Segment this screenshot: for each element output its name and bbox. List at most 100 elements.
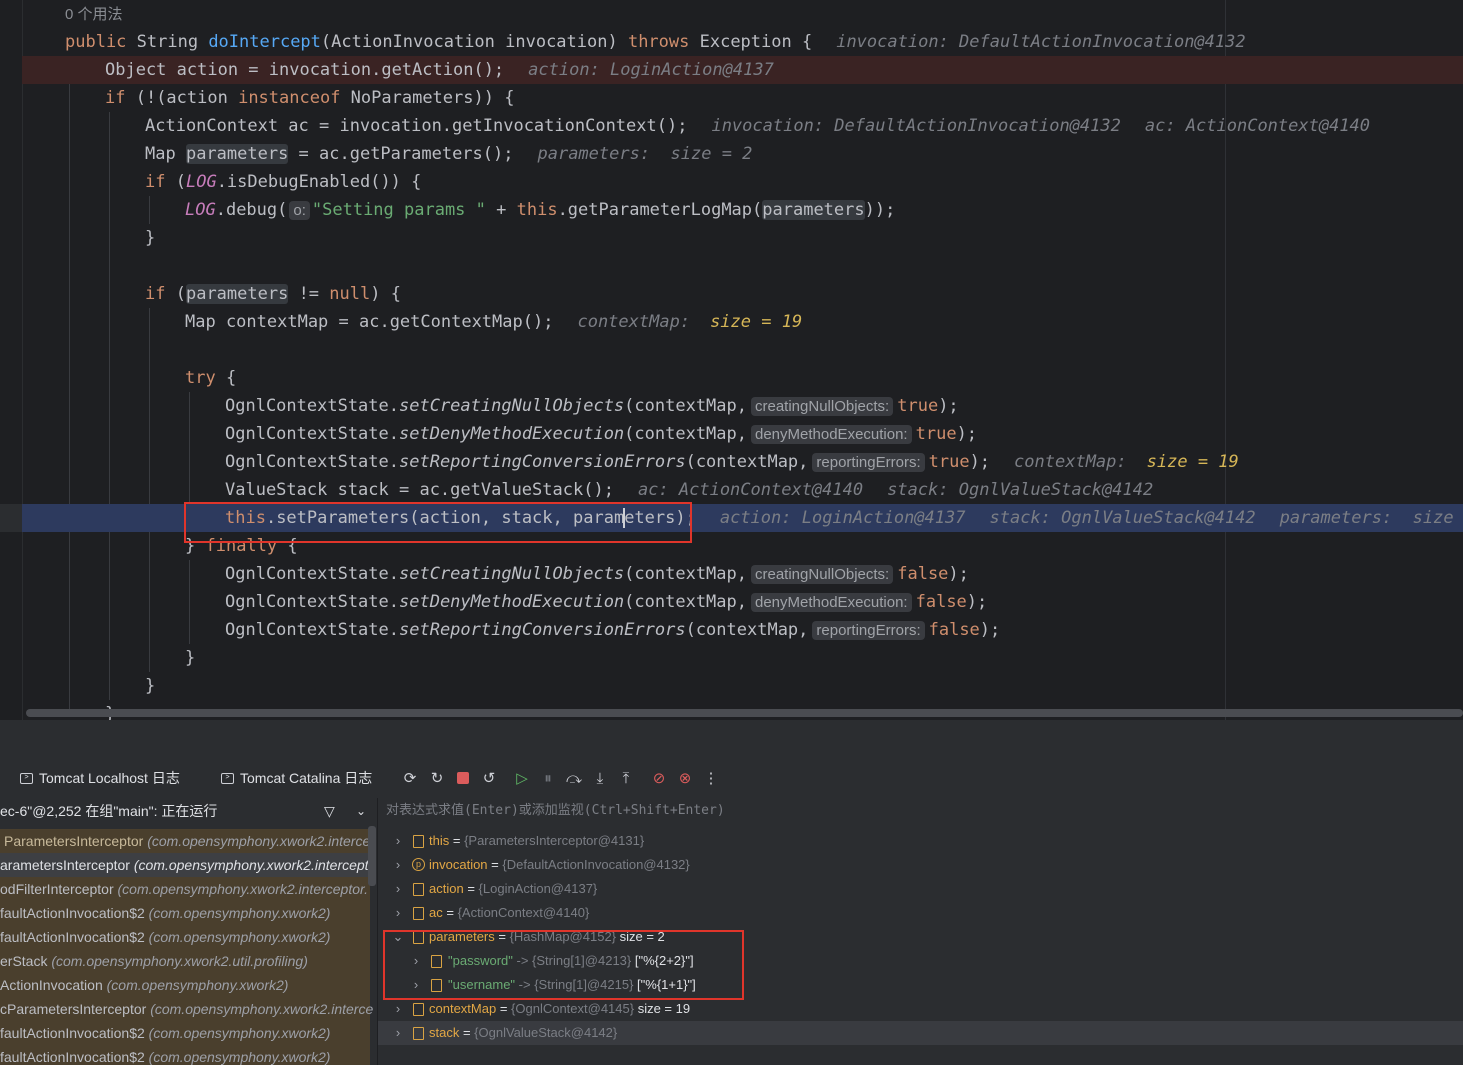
- rerun-icon[interactable]: ⟳: [401, 769, 419, 787]
- evaluate-expression-input[interactable]: 对表达式求值(Enter)或添加监视(Ctrl+Shift+Enter): [378, 798, 1463, 824]
- variable-row-ac[interactable]: › ac = {ActionContext@4140}: [378, 901, 1463, 925]
- code-editor[interactable]: 0 个用法 public String doIntercept(ActionIn…: [0, 0, 1463, 720]
- chevron-down-icon[interactable]: ⌄: [356, 798, 366, 824]
- code-line[interactable]: Map contextMap = ac.getContextMap(); cont…: [0, 308, 1463, 336]
- keyword: finally: [205, 536, 278, 556]
- frame-item-selected[interactable]: arametersInterceptor (com.opensymphony.x…: [0, 853, 376, 877]
- chevron-down-icon[interactable]: ⌄: [392, 925, 404, 949]
- code-line[interactable]: if (parameters != null) {: [0, 280, 1463, 308]
- tab-label: Tomcat Localhost 日志: [39, 770, 180, 786]
- tab-tomcat-catalina-log[interactable]: > Tomcat Catalina 日志: [221, 768, 372, 788]
- equals-sign: =: [449, 833, 465, 848]
- frame-item[interactable]: faultActionInvocation$2 (com.opensymphon…: [0, 901, 370, 925]
- code-text: String: [126, 32, 209, 52]
- pause-icon[interactable]: ⏸: [539, 769, 557, 787]
- filter-icon[interactable]: ▽: [324, 798, 335, 824]
- frame-item[interactable]: faultActionInvocation$2 (com.opensymphon…: [0, 925, 370, 949]
- chevron-right-icon[interactable]: ›: [410, 949, 422, 973]
- variable-value: {String[1]@4215}: [534, 977, 634, 992]
- keyword: true: [928, 452, 970, 472]
- variable-row-stack[interactable]: › stack = {OgnlValueStack@4142}: [378, 1021, 1463, 1045]
- code-line[interactable]: public String doIntercept(ActionInvocati…: [0, 28, 1463, 56]
- usage-hint-line: 0 个用法: [0, 0, 1463, 28]
- code-line[interactable]: if (!(action instanceof NoParameters)) {: [0, 84, 1463, 112]
- code-line[interactable]: OgnlContextState.setReportingConversionE…: [0, 616, 1463, 644]
- code-line[interactable]: ActionContext ac = invocation.getInvocat…: [0, 112, 1463, 140]
- horizontal-scrollbar[interactable]: [26, 709, 1463, 717]
- usage-count-hint[interactable]: 0 个用法: [65, 6, 123, 23]
- variable-row-this[interactable]: › this = {ParametersInterceptor@4131}: [378, 829, 1463, 853]
- view-breakpoints-icon[interactable]: ⊘: [650, 769, 668, 787]
- variable-row-password[interactable]: › "password" -> {String[1]@4213} ["%{2+2…: [378, 949, 1463, 973]
- field-icon: [431, 979, 442, 992]
- code-line[interactable]: if (LOG.isDebugEnabled()) {: [0, 168, 1463, 196]
- code-line[interactable]: Map parameters = ac.getParameters(); para…: [0, 140, 1463, 168]
- mute-breakpoints-icon[interactable]: ⊗: [676, 769, 694, 787]
- equals-sign: =: [459, 1025, 475, 1040]
- inline-debug-value: parameters: size: [1279, 508, 1454, 528]
- variable-row-contextmap[interactable]: › contextMap = {OgnlContext@4145} size =…: [378, 997, 1463, 1021]
- chevron-right-icon[interactable]: ›: [410, 973, 422, 997]
- method-name: doIntercept: [208, 32, 321, 52]
- variable-row-username[interactable]: › "username" -> {String[1]@4215} ["%{1+1…: [378, 973, 1463, 997]
- frame-method: odFilterInterceptor: [0, 881, 114, 897]
- step-over-icon[interactable]: ⤼: [565, 769, 583, 787]
- code-text: Exception {: [689, 32, 813, 52]
- frame-item[interactable]: faultActionInvocation$2 (com.opensymphon…: [0, 1045, 370, 1065]
- variable-row-action[interactable]: › action = {LoginAction@4137}: [378, 877, 1463, 901]
- chevron-right-icon[interactable]: ›: [392, 901, 404, 925]
- frames-list[interactable]: ParametersInterceptor (com.opensymphony.…: [0, 826, 376, 1065]
- chevron-right-icon[interactable]: ›: [392, 829, 404, 853]
- variable-value: {OgnlContext@4145}: [511, 1001, 635, 1016]
- frame-item[interactable]: faultActionInvocation$2 (com.opensymphon…: [0, 1021, 370, 1045]
- code-line[interactable]: }: [0, 224, 1463, 252]
- restart-icon[interactable]: ↺: [480, 769, 498, 787]
- step-out-icon[interactable]: ⤒: [617, 769, 635, 787]
- code-line[interactable]: ValueStack stack = ac.getValueStack(); ac…: [0, 476, 1463, 504]
- equals-sign: =: [463, 881, 479, 896]
- current-execution-line[interactable]: this.setParameters(action, stack, parame…: [0, 504, 1463, 532]
- chevron-right-icon[interactable]: ›: [392, 997, 404, 1021]
- code-text: = ac.getParameters();: [288, 144, 514, 164]
- code-line[interactable]: try {: [0, 364, 1463, 392]
- chevron-right-icon[interactable]: ›: [392, 1021, 404, 1045]
- frame-item[interactable]: erStack (com.opensymphony.xwork2.util.pr…: [0, 949, 370, 973]
- code-line[interactable]: OgnlContextState.setCreatingNullObjects(…: [0, 392, 1463, 420]
- code-line[interactable]: LOG.debug(o: "Setting params " + this.get…: [0, 196, 1463, 224]
- code-line[interactable]: OgnlContextState.setDenyMethodExecution(…: [0, 420, 1463, 448]
- code-line[interactable]: OgnlContextState.setDenyMethodExecution(…: [0, 588, 1463, 616]
- frame-item[interactable]: cParametersInterceptor (com.opensymphony…: [0, 997, 373, 1021]
- map-value: ["%{1+1}"]: [633, 977, 696, 992]
- code-line[interactable]: }: [0, 672, 1463, 700]
- rerun-debug-icon[interactable]: ↻: [428, 769, 446, 787]
- code-line[interactable]: }: [0, 644, 1463, 672]
- frame-class: (com.opensymphony.xwork2): [148, 1025, 331, 1041]
- frame-item[interactable]: ParametersInterceptor (com.opensymphony.…: [0, 829, 370, 853]
- thread-selector[interactable]: ec-6"@2,252 在组"main": 正在运行 ▽ ⌄: [0, 798, 376, 824]
- frame-method: cParametersInterceptor: [0, 1001, 147, 1017]
- variable-row-parameters[interactable]: ⌄ parameters = {HashMap@4152} size = 2: [378, 925, 1463, 949]
- frames-scrollbar[interactable]: [368, 826, 376, 886]
- variable-name: ac: [429, 905, 443, 920]
- parameter-hint: creatingNullObjects:: [751, 565, 894, 584]
- code-line[interactable]: } finally {: [0, 532, 1463, 560]
- more-icon[interactable]: ⋮: [702, 769, 720, 787]
- map-arrow: ->: [515, 977, 535, 992]
- code-line[interactable]: OgnlContextState.setCreatingNullObjects(…: [0, 560, 1463, 588]
- tab-label: Tomcat Catalina 日志: [240, 770, 373, 786]
- stop-icon[interactable]: [454, 769, 472, 787]
- step-into-icon[interactable]: ⤓: [591, 769, 609, 787]
- chevron-right-icon[interactable]: ›: [392, 877, 404, 901]
- frame-item[interactable]: odFilterInterceptor (com.opensymphony.xw…: [0, 877, 370, 901]
- chevron-right-icon[interactable]: ›: [392, 853, 404, 877]
- variables-tree[interactable]: › this = {ParametersInterceptor@4131} › …: [378, 826, 1463, 1065]
- variable-row-invocation[interactable]: › p invocation = {DefaultActionInvocatio…: [378, 853, 1463, 877]
- inline-debug-value: parameters: size = 2: [537, 144, 753, 164]
- code-line[interactable]: OgnlContextState.setReportingConversionE…: [0, 448, 1463, 476]
- frame-item[interactable]: ActionInvocation (com.opensymphony.xwork…: [0, 973, 370, 997]
- breakpoint-line[interactable]: Object action = invocation.getAction(); a…: [22, 56, 1463, 84]
- tab-tomcat-localhost-log[interactable]: > Tomcat Localhost 日志: [20, 768, 180, 788]
- parameter-hint: creatingNullObjects:: [751, 397, 894, 416]
- code-text: (contextMap,: [624, 396, 747, 416]
- resume-icon[interactable]: ▷: [513, 769, 531, 787]
